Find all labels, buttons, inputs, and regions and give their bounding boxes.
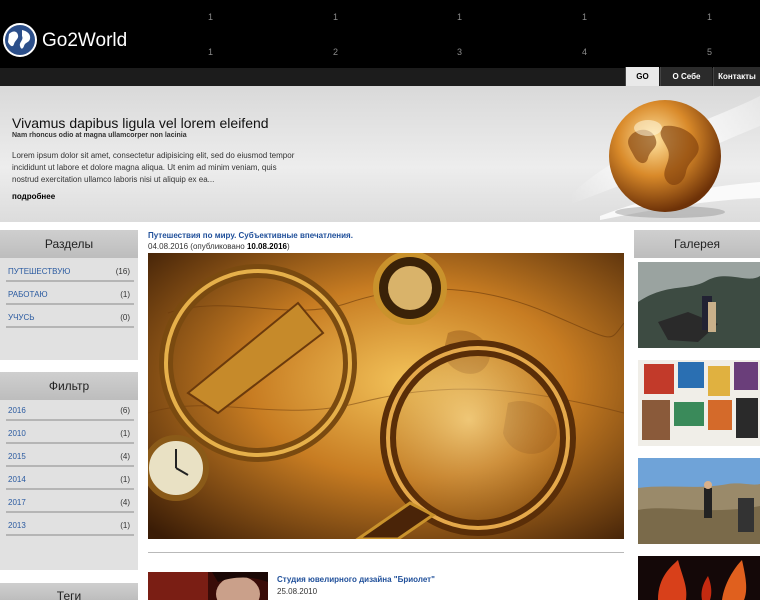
filter-item[interactable]: 2010 (1) bbox=[6, 426, 134, 444]
section-item[interactable]: ПУТЕШЕСТВУЮ (16) bbox=[6, 264, 134, 282]
globe-illustration bbox=[570, 96, 760, 220]
header-number: 1 bbox=[457, 12, 463, 22]
sections-panel: Разделы ПУТЕШЕСТВУЮ (16) РАБОТАЮ (1) УЧУ… bbox=[0, 230, 138, 360]
section-count: (1) bbox=[120, 290, 130, 299]
section-count: (0) bbox=[120, 313, 130, 322]
page: Go2World 1 1 1 1 1 1 2 3 4 5 GO О Себе К… bbox=[0, 0, 760, 600]
gallery-title: Галерея bbox=[634, 230, 760, 258]
section-label[interactable]: УЧУСЬ bbox=[8, 313, 35, 322]
header-number: 3 bbox=[457, 47, 463, 57]
filter-label[interactable]: 2016 bbox=[8, 406, 26, 415]
filter-label[interactable]: 2010 bbox=[8, 429, 26, 438]
filter-label[interactable]: 2015 bbox=[8, 452, 26, 461]
hero-banner: Vivamus dapibus ligula vel lorem eleifen… bbox=[0, 86, 760, 222]
header-number: 4 bbox=[582, 47, 588, 57]
tags-panel: Теги bbox=[0, 583, 138, 600]
filter-label[interactable]: 2013 bbox=[8, 521, 26, 530]
section-label[interactable]: ПУТЕШЕСТВУЮ bbox=[8, 267, 70, 276]
section-item[interactable]: УЧУСЬ (0) bbox=[6, 310, 134, 328]
post-published-date: 10.08.2016 bbox=[246, 242, 287, 251]
section-label[interactable]: РАБОТАЮ bbox=[8, 290, 48, 299]
post-divider bbox=[148, 552, 624, 553]
nav-tab-about[interactable]: О Себе bbox=[660, 67, 712, 86]
filter-item[interactable]: 2016 (6) bbox=[6, 403, 134, 421]
filter-item[interactable]: 2013 (1) bbox=[6, 518, 134, 536]
filter-title: Фильтр bbox=[0, 372, 138, 400]
gallery-image[interactable] bbox=[638, 262, 760, 348]
filter-count: (1) bbox=[120, 521, 130, 530]
filter-count: (4) bbox=[120, 498, 130, 507]
post-image[interactable] bbox=[148, 253, 624, 539]
tags-title: Теги bbox=[0, 583, 138, 600]
filter-item[interactable]: 2017 (4) bbox=[6, 495, 134, 513]
header-number: 2 bbox=[333, 47, 339, 57]
post-date: 04.08.2016 bbox=[148, 242, 189, 251]
hero-text: Lorem ipsum dolor sit amet, consectetur … bbox=[12, 151, 295, 184]
globe-logo-icon[interactable] bbox=[2, 22, 38, 58]
filter-count: (6) bbox=[120, 406, 130, 415]
gallery-image[interactable] bbox=[638, 458, 760, 544]
post-published-label: (опубликовано bbox=[190, 242, 245, 251]
filter-count: (4) bbox=[120, 452, 130, 461]
section-item[interactable]: РАБОТАЮ (1) bbox=[6, 287, 134, 305]
post-published-close: ) bbox=[286, 242, 290, 251]
header-number: 1 bbox=[707, 12, 713, 22]
section-count: (16) bbox=[115, 267, 130, 276]
header-number: 1 bbox=[333, 12, 339, 22]
sections-title: Разделы bbox=[0, 230, 138, 258]
filter-panel: Фильтр 2016 (6) 2010 (1) 2015 (4) 2014 (… bbox=[0, 372, 138, 570]
post-thumbnail[interactable] bbox=[148, 572, 268, 600]
post-meta: 04.08.2016 (опубликовано 10.08.2016) bbox=[148, 242, 290, 251]
filter-label[interactable]: 2017 bbox=[8, 498, 26, 507]
hero-more-link[interactable]: подробнее bbox=[12, 192, 55, 201]
header-number: 1 bbox=[208, 47, 214, 57]
filter-item[interactable]: 2015 (4) bbox=[6, 449, 134, 467]
site-brand[interactable]: Go2World bbox=[42, 30, 127, 52]
post-date: 25.08.2010 bbox=[277, 587, 318, 596]
nav-tab-contacts[interactable]: Контакты bbox=[713, 67, 760, 86]
gallery-image[interactable] bbox=[638, 360, 760, 446]
hero-title: Vivamus dapibus ligula vel lorem eleifen… bbox=[12, 115, 269, 131]
filter-count: (1) bbox=[120, 475, 130, 484]
filter-label[interactable]: 2014 bbox=[8, 475, 26, 484]
filter-count: (1) bbox=[120, 429, 130, 438]
hero-subtitle: Nam rhoncus odio at magna ullamcorper no… bbox=[12, 132, 187, 139]
post-title[interactable]: Путешествия по миру. Субъективные впечат… bbox=[148, 231, 353, 240]
filter-item[interactable]: 2014 (1) bbox=[6, 472, 134, 490]
nav-tab-go[interactable]: GO bbox=[625, 67, 659, 86]
post-title[interactable]: Студия ювелирного дизайна "Бриолет" bbox=[277, 575, 435, 584]
header-number: 1 bbox=[582, 12, 588, 22]
gallery-image[interactable] bbox=[638, 556, 760, 600]
header-number: 5 bbox=[707, 47, 713, 57]
header-number: 1 bbox=[208, 12, 214, 22]
